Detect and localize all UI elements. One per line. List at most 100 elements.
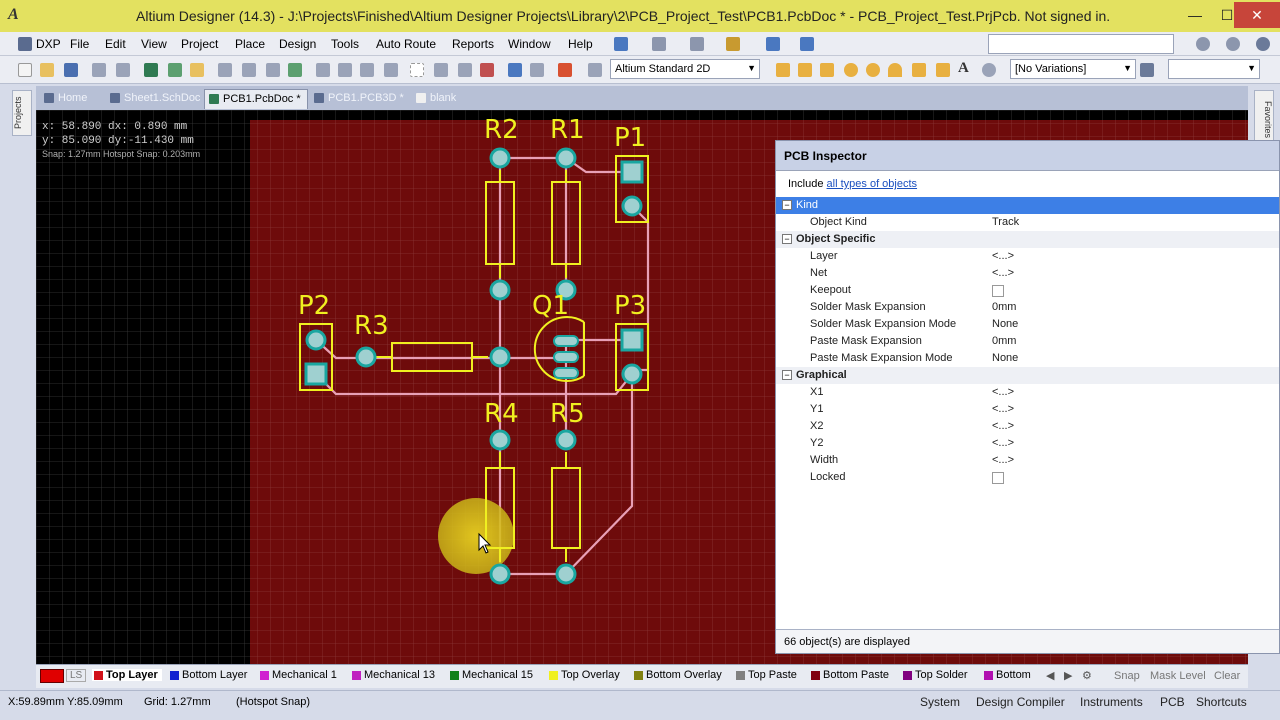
pad-p3-1[interactable]	[620, 328, 644, 352]
back-nav-icon[interactable]	[1196, 37, 1210, 51]
cross-probe-icon[interactable]	[218, 63, 232, 77]
menu-view[interactable]: View	[141, 37, 167, 51]
layer-tab-mechanical-1[interactable]: Mechanical 1	[260, 669, 337, 681]
place-string-icon[interactable]: A	[958, 60, 972, 76]
variant-manager-icon[interactable]	[1140, 63, 1154, 77]
property-value[interactable]: <...>	[992, 403, 1014, 415]
print-icon[interactable]	[116, 63, 130, 77]
property-value[interactable]: 0mm	[992, 301, 1016, 313]
pad-r4-1[interactable]	[489, 429, 511, 451]
search-combo[interactable]	[988, 34, 1174, 54]
property-row-y1[interactable]: Y1 <...>	[776, 401, 1279, 418]
clear-mask-button[interactable]: Clear	[1214, 670, 1240, 682]
property-value[interactable]: <...>	[992, 386, 1014, 398]
property-value[interactable]: 0mm	[992, 335, 1016, 347]
zoom-fit-icon[interactable]	[144, 63, 158, 77]
scroll-left-icon[interactable]: ◀	[1046, 669, 1054, 682]
place-arc-icon[interactable]	[888, 63, 902, 77]
grid-icon[interactable]	[800, 37, 814, 51]
snap-toggle[interactable]: Snap	[1114, 670, 1140, 682]
layer-tab-mechanical-13[interactable]: Mechanical 13	[352, 669, 435, 681]
menu-dxp[interactable]: DXP	[36, 37, 61, 51]
menu-help[interactable]: Help	[568, 37, 593, 51]
pad-r1-1[interactable]	[555, 147, 577, 169]
collapse-toggle-icon[interactable]: −	[782, 370, 792, 380]
menu-window[interactable]: Window	[508, 37, 551, 51]
diff-pair-route-icon[interactable]	[798, 63, 812, 77]
new-document-icon[interactable]	[18, 63, 32, 77]
cut-icon[interactable]	[316, 63, 330, 77]
property-value[interactable]: Track	[992, 216, 1019, 228]
property-value[interactable]: <...>	[992, 267, 1014, 279]
paste-icon[interactable]	[360, 63, 374, 77]
menu-design[interactable]: Design	[279, 37, 316, 51]
layer-tab-top-overlay[interactable]: Top Overlay	[549, 669, 620, 681]
variations-select[interactable]: [No Variations] ▼	[1010, 59, 1136, 79]
find-icon[interactable]	[266, 63, 280, 77]
property-row-paste-mask-expansion-mode[interactable]: Paste Mask Expansion Mode None	[776, 350, 1279, 367]
current-layer-color-swatch[interactable]	[40, 669, 64, 683]
property-value[interactable]: None	[992, 318, 1018, 330]
filter-icon[interactable]	[242, 63, 256, 77]
property-row-x1[interactable]: X1 <...>	[776, 384, 1279, 401]
pad-q1-2[interactable]	[553, 351, 579, 363]
property-value[interactable]: <...>	[992, 437, 1014, 449]
collapse-toggle-icon[interactable]: −	[782, 200, 792, 210]
layer-stack-icon[interactable]	[614, 37, 628, 51]
layer-tab-top-solder[interactable]: Top Solder	[903, 669, 968, 681]
highlight-icon[interactable]	[558, 63, 572, 77]
pad-r3-2[interactable]	[489, 346, 511, 368]
pad-q1-3[interactable]	[553, 367, 579, 379]
layer-tab-bottom[interactable]: Bottom	[984, 669, 1031, 681]
menu-place[interactable]: Place	[235, 37, 265, 51]
layer-tab-top-paste[interactable]: Top Paste	[736, 669, 797, 681]
menu-reports[interactable]: Reports	[452, 37, 494, 51]
property-row-layer[interactable]: Layer <...>	[776, 248, 1279, 265]
place-polygon-icon[interactable]	[936, 63, 950, 77]
layer-tab-top-layer[interactable]: Top Layer	[92, 669, 162, 681]
property-row-object-kind[interactable]: Object Kind Track	[776, 214, 1279, 231]
print-preview-icon[interactable]	[92, 63, 106, 77]
property-value[interactable]: None	[992, 352, 1018, 364]
place-component-icon[interactable]	[982, 63, 996, 77]
select-icon[interactable]	[288, 63, 302, 77]
instruments-panel-button[interactable]: Instruments	[1080, 695, 1143, 709]
layer-tab-bottom-layer[interactable]: Bottom Layer	[170, 669, 247, 681]
property-row-width[interactable]: Width <...>	[776, 452, 1279, 469]
inspector-category-kind[interactable]: − Kind	[776, 197, 1279, 214]
tab-home[interactable]: Home	[40, 89, 93, 109]
open-folder-icon[interactable]	[40, 63, 54, 77]
projects-panel-tab[interactable]: Projects	[12, 90, 32, 136]
undo-icon[interactable]	[508, 63, 522, 77]
scroll-right-icon[interactable]: ▶	[1064, 669, 1072, 682]
pad-p2-2[interactable]	[304, 362, 328, 386]
view-mode-select[interactable]: Altium Standard 2D ▼	[610, 59, 760, 79]
align-icon[interactable]	[726, 37, 740, 51]
pad-r2-1[interactable]	[489, 147, 511, 169]
extra-select[interactable]: ▼	[1168, 59, 1260, 79]
print-icon[interactable]	[652, 37, 666, 51]
property-row-paste-mask-expansion[interactable]: Paste Mask Expansion 0mm	[776, 333, 1279, 350]
pad-r5-2[interactable]	[555, 563, 577, 585]
pad-p2-1[interactable]	[305, 329, 327, 351]
property-value[interactable]: <...>	[992, 250, 1014, 262]
property-checkbox[interactable]	[992, 285, 1004, 297]
menu-tools[interactable]: Tools	[331, 37, 359, 51]
menu-project[interactable]: Project	[181, 37, 218, 51]
property-row-solder-mask-expansion-mode[interactable]: Solder Mask Expansion Mode None	[776, 316, 1279, 333]
place-fill-icon[interactable]	[912, 63, 926, 77]
property-checkbox[interactable]	[992, 472, 1004, 484]
layer-settings-icon[interactable]: ⚙	[1082, 669, 1092, 682]
pad-p1-1[interactable]	[620, 160, 644, 184]
copy-icon[interactable]	[338, 63, 352, 77]
tab-pcb1-pcbdoc[interactable]: PCB1.PcbDoc *	[204, 89, 308, 109]
design-compiler-panel-button[interactable]: Design Compiler	[976, 695, 1065, 709]
layer-tab-mechanical-15[interactable]: Mechanical 15	[450, 669, 533, 681]
zoom-area-icon[interactable]	[168, 63, 182, 77]
menu-edit[interactable]: Edit	[105, 37, 126, 51]
layer-set-button[interactable]: LS	[66, 669, 87, 682]
pad-q1-1[interactable]	[553, 335, 579, 347]
place-via-icon[interactable]	[866, 63, 880, 77]
forward-nav-icon[interactable]	[1226, 37, 1240, 51]
view-config-icon[interactable]	[588, 63, 602, 77]
